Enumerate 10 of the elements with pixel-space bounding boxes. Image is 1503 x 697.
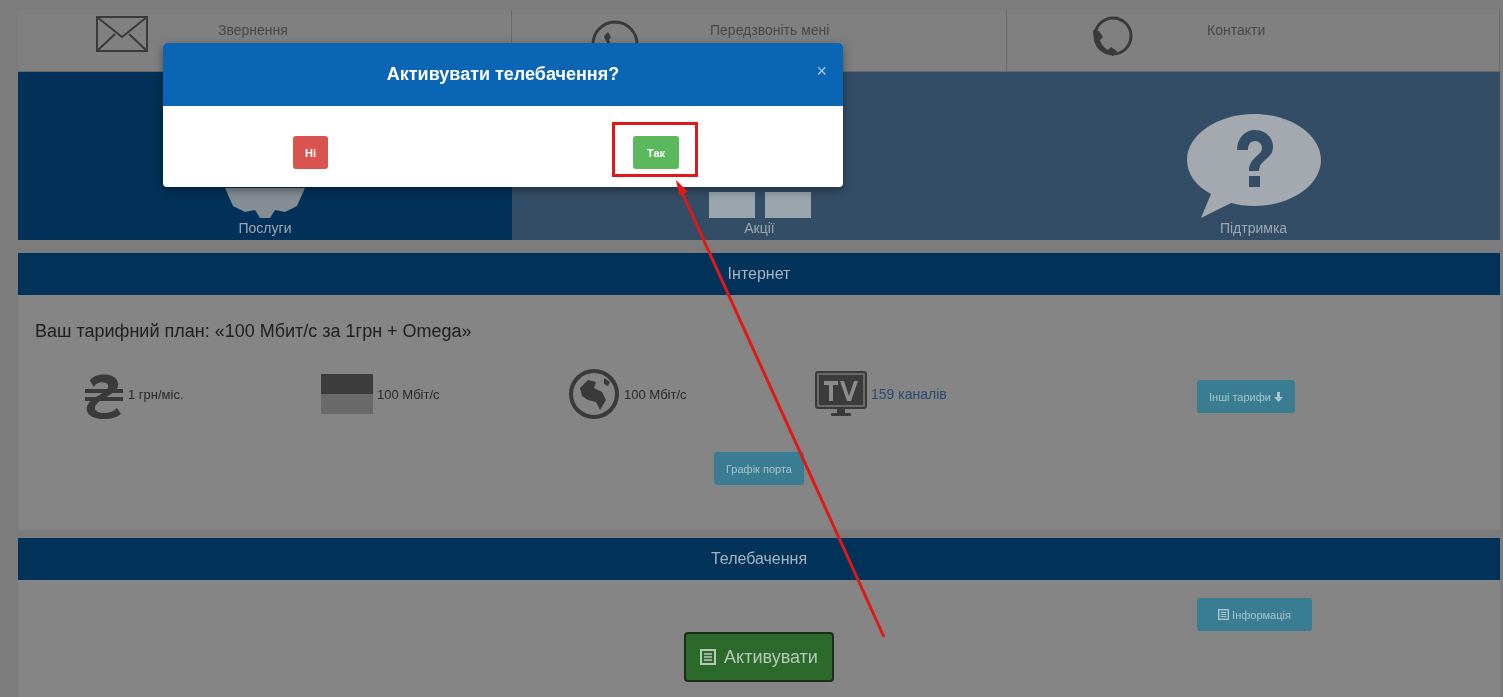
section-title: Інтернет <box>727 265 791 283</box>
dialog-title: Активувати телебачення? <box>386 64 620 85</box>
tile-label: Акції <box>744 220 775 236</box>
feature-text: 100 Мбіт/с <box>624 386 687 402</box>
plan-text: Ваш тарифний план: «100 Мбит/с за 1грн + Omega» <box>35 321 473 342</box>
tile-label: Підтримка <box>1219 220 1288 236</box>
section-title: Телебачення <box>710 550 808 568</box>
feature-text: 100 Мбіт/с <box>377 386 440 402</box>
tile-label: Послуги <box>238 220 292 236</box>
feature-text: 1 грн/міс. <box>128 386 184 402</box>
